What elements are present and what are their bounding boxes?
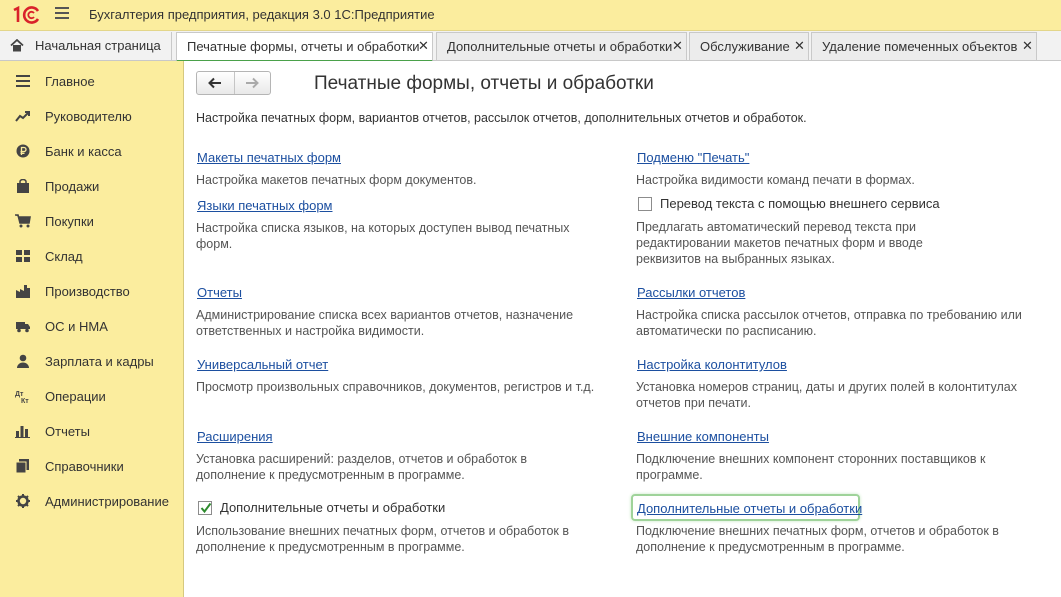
extensions-description: Установка расширений: разделов, отчетов … — [196, 452, 527, 482]
sidebar-item-label: Склад — [45, 249, 83, 264]
report-mailings-description: Настройка списка рассылок отчетов, отпра… — [636, 308, 1022, 338]
translation-checkbox-label: Перевод текста с помощью внешнего сервис… — [660, 196, 940, 211]
sidebar-item-label: Справочники — [45, 459, 124, 474]
history-navigation — [196, 71, 271, 95]
trend-icon — [15, 111, 30, 122]
tab-home[interactable]: Начальная страница — [0, 32, 172, 60]
close-icon[interactable]: ✕ — [418, 38, 429, 54]
bar-chart-icon — [15, 426, 30, 438]
tab-delete-marked[interactable]: Удаление помеченных объектов ✕ — [811, 32, 1037, 60]
sidebar-item-operations[interactable]: Дт Кт Операции — [0, 378, 183, 413]
sidebar-item-administration[interactable]: Администрирование — [0, 483, 183, 518]
sidebar-item-label: Администрирование — [45, 494, 169, 509]
sidebar-item-label: Главное — [45, 74, 95, 89]
sidebar-item-sales[interactable]: Продажи — [0, 168, 183, 203]
home-icon — [10, 39, 24, 52]
tab-label: Удаление помеченных объектов — [822, 39, 1018, 54]
sidebar-item-label: Операции — [45, 389, 106, 404]
sidebar: Главное Руководителю Банк и касса Продаж… — [0, 61, 184, 597]
back-button[interactable] — [197, 72, 235, 94]
page-title: Печатные формы, отчеты и обработки — [314, 73, 654, 94]
gear-icon — [16, 494, 30, 508]
translation-checkbox[interactable] — [638, 197, 652, 211]
truck-icon — [16, 322, 30, 333]
ruble-coin-icon — [16, 144, 30, 158]
report-mailings-link[interactable]: Рассылки отчетов — [637, 285, 745, 300]
main-menu-icon[interactable] — [55, 7, 69, 21]
print-submenu-link[interactable]: Подменю "Печать" — [637, 150, 749, 165]
extensions-link[interactable]: Расширения — [197, 429, 273, 444]
sidebar-item-manager[interactable]: Руководителю — [0, 98, 183, 133]
sidebar-item-label: Отчеты — [45, 424, 90, 439]
external-components-description: Подключение внешних компонент сторонних … — [636, 452, 986, 482]
tab-maintenance[interactable]: Обслуживание ✕ — [689, 32, 809, 60]
sidebar-item-salary[interactable]: Зарплата и кадры — [0, 343, 183, 378]
print-layouts-link[interactable]: Макеты печатных форм — [197, 150, 341, 165]
tab-print-forms[interactable]: Печатные формы, отчеты и обработки ✕ — [176, 32, 433, 62]
headers-footers-link[interactable]: Настройка колонтитулов — [637, 357, 787, 372]
tab-label: Начальная страница — [35, 38, 161, 53]
1c-logo — [13, 6, 40, 24]
tab-additional-reports[interactable]: Дополнительные отчеты и обработки ✕ — [436, 32, 687, 60]
sidebar-item-catalogs[interactable]: Справочники — [0, 448, 183, 483]
additional-reports-checkbox[interactable] — [198, 501, 212, 515]
close-icon[interactable]: ✕ — [794, 38, 805, 54]
sidebar-item-label: Покупки — [45, 214, 94, 229]
print-layouts-description: Настройка макетов печатных форм документ… — [196, 173, 477, 187]
sidebar-item-label: Продажи — [45, 179, 100, 194]
sidebar-item-fixed-assets[interactable]: ОС и НМА — [0, 308, 183, 343]
sidebar-item-reports[interactable]: Отчеты — [0, 413, 183, 448]
page-description: Настройка печатных форм, вариантов отчет… — [196, 111, 807, 125]
dt-kt-icon: Дт Кт — [15, 391, 29, 403]
app-title: Бухгалтерия предприятия, редакция 3.0 1С… — [89, 7, 435, 22]
menu-icon — [16, 75, 30, 87]
sidebar-item-label: Производство — [45, 284, 130, 299]
universal-report-description: Просмотр произвольных справочников, доку… — [196, 380, 595, 394]
additional-reports-link-description: Подключение внешних печатных форм, отчет… — [636, 524, 999, 554]
sidebar-item-main[interactable]: Главное — [0, 63, 183, 98]
title-bar: Бухгалтерия предприятия, редакция 3.0 1С… — [0, 0, 1061, 31]
sidebar-item-bank[interactable]: Банк и касса — [0, 133, 183, 168]
reports-description: Администрирование списка всех вариантов … — [196, 308, 574, 338]
universal-report-link[interactable]: Универсальный отчет — [197, 357, 328, 372]
print-submenu-description: Настройка видимости команд печати в форм… — [636, 173, 915, 187]
print-languages-description: Настройка списка языков, на которых дост… — [196, 221, 570, 251]
forward-button[interactable] — [234, 72, 271, 94]
headers-footers-description: Установка номеров страниц, даты и других… — [636, 380, 1017, 410]
sidebar-item-purchases[interactable]: Покупки — [0, 203, 183, 238]
additional-reports-description: Использование внешних печатных форм, отч… — [196, 524, 570, 554]
sidebar-item-production[interactable]: Производство — [0, 273, 183, 308]
tab-label: Обслуживание — [700, 39, 790, 54]
reports-link[interactable]: Отчеты — [197, 285, 242, 300]
svg-text:Кт: Кт — [21, 398, 29, 403]
person-icon — [17, 354, 29, 368]
sidebar-item-warehouse[interactable]: Склад — [0, 238, 183, 273]
main-content: Печатные формы, отчеты и обработки Настр… — [184, 61, 1061, 597]
close-icon[interactable]: ✕ — [672, 38, 683, 54]
additional-reports-link[interactable]: Дополнительные отчеты и обработки — [637, 501, 862, 516]
svg-text:Дт: Дт — [15, 391, 24, 398]
cart-icon — [15, 214, 31, 228]
shopping-bag-icon — [17, 179, 29, 193]
sidebar-item-label: Руководителю — [45, 109, 132, 124]
sidebar-item-label: ОС и НМА — [45, 319, 108, 334]
books-icon — [15, 459, 29, 473]
tab-label: Дополнительные отчеты и обработки — [447, 39, 673, 54]
external-components-link[interactable]: Внешние компоненты — [637, 429, 769, 444]
print-languages-link[interactable]: Языки печатных форм — [197, 198, 333, 213]
sidebar-item-label: Банк и касса — [45, 144, 122, 159]
sidebar-item-label: Зарплата и кадры — [45, 354, 154, 369]
additional-reports-checkbox-label: Дополнительные отчеты и обработки — [220, 500, 446, 515]
checkmark-icon — [200, 502, 212, 514]
translation-description: Предлагать автоматический перевод текста… — [636, 220, 923, 266]
tab-bar: Начальная страница Печатные формы, отчет… — [0, 31, 1061, 62]
factory-icon — [16, 285, 30, 298]
arrow-left-icon — [208, 77, 221, 89]
warehouse-icon — [16, 250, 30, 262]
close-icon[interactable]: ✕ — [1022, 38, 1033, 54]
tab-label: Печатные формы, отчеты и обработки — [187, 39, 420, 54]
arrow-right-icon — [246, 77, 259, 89]
